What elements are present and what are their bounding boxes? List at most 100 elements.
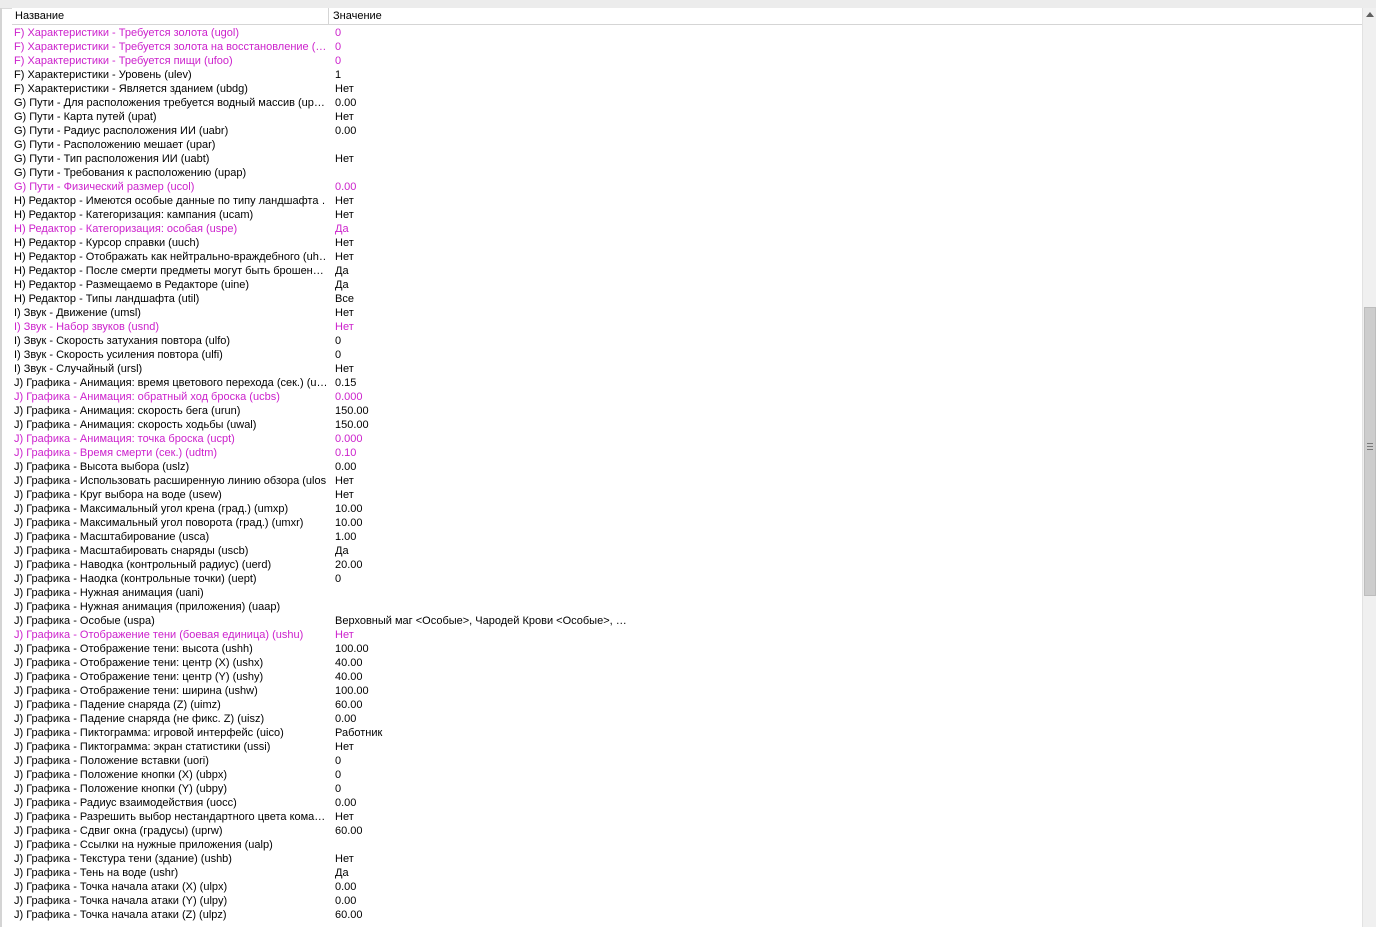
table-row[interactable]: H) Редактор - Типы ландшафта (util) Все <box>0 292 1362 306</box>
property-name[interactable]: J) Графика - Отображение тени: центр (X)… <box>14 656 326 670</box>
table-row[interactable]: F) Характеристики - Требуется золота (ug… <box>0 26 1362 40</box>
property-name[interactable]: H) Редактор - Курсор справки (uuch) <box>14 236 326 250</box>
property-name[interactable]: J) Графика - Наодка (контрольные точки) … <box>14 572 326 586</box>
property-name[interactable]: J) Графика - Использовать расширенную ли… <box>14 474 326 488</box>
property-name[interactable]: J) Графика - Масштабирование (usca) <box>14 530 326 544</box>
table-row[interactable]: J) Графика - Положение кнопки (Y) (ubpy)… <box>0 782 1362 796</box>
property-value[interactable]: Да <box>335 544 1335 558</box>
table-row[interactable]: J) Графика - Положение кнопки (X) (ubpx)… <box>0 768 1362 782</box>
table-row[interactable]: J) Графика - Отображение тени: центр (X)… <box>0 656 1362 670</box>
property-value[interactable]: 0.00 <box>335 180 1335 194</box>
property-name[interactable]: F) Характеристики - Требуется золота на … <box>14 40 326 54</box>
table-row[interactable]: H) Редактор - Имеются особые данные по т… <box>0 194 1362 208</box>
property-name[interactable]: J) Графика - Сдвиг окна (градусы) (uprw) <box>14 824 326 838</box>
property-value[interactable]: 0 <box>335 572 1335 586</box>
property-name[interactable]: F) Характеристики - Требуется пищи (ufoo… <box>14 54 326 68</box>
property-value[interactable]: Нет <box>335 236 1335 250</box>
table-row[interactable]: J) Графика - Положение вставки (uori) 0 <box>0 754 1362 768</box>
property-name[interactable]: J) Графика - Пиктограмма: экран статисти… <box>14 740 326 754</box>
table-row[interactable]: G) Пути - Требования к расположению (upa… <box>0 166 1362 180</box>
property-value[interactable]: 0.15 <box>335 376 1335 390</box>
table-row[interactable]: J) Графика - Анимация: время цветового п… <box>0 376 1362 390</box>
table-row[interactable]: J) Графика - Точка начала атаки (X) (ulp… <box>0 880 1362 894</box>
table-row[interactable]: J) Графика - Нужная анимация (uani) <box>0 586 1362 600</box>
property-name[interactable]: J) Графика - Положение вставки (uori) <box>14 754 326 768</box>
property-name[interactable]: J) Графика - Ссылки на нужные приложения… <box>14 838 326 852</box>
property-name[interactable]: J) Графика - Тень на воде (ushr) <box>14 866 326 880</box>
table-row[interactable]: J) Графика - Использовать расширенную ли… <box>0 474 1362 488</box>
property-name[interactable]: G) Пути - Для расположения требуется вод… <box>14 96 326 110</box>
table-row[interactable]: G) Пути - Радиус расположения ИИ (uabr) 0… <box>0 124 1362 138</box>
property-value[interactable]: 0.00 <box>335 124 1335 138</box>
property-value[interactable]: Нет <box>335 362 1335 376</box>
property-name[interactable]: J) Графика - Падение снаряда (не фикс. Z… <box>14 712 326 726</box>
property-value[interactable]: Да <box>335 222 1335 236</box>
table-row[interactable]: J) Графика - Наодка (контрольные точки) … <box>0 572 1362 586</box>
property-name[interactable]: H) Редактор - Отображать как нейтрально-… <box>14 250 326 264</box>
property-value[interactable]: Верховный маг <Особые>, Чародей Крови <О… <box>335 614 1335 628</box>
property-name[interactable]: J) Графика - Точка начала атаки (Z) (ulp… <box>14 908 326 922</box>
table-row[interactable]: J) Графика - Разрешить выбор нестандартн… <box>0 810 1362 824</box>
property-value[interactable]: 0 <box>335 54 1335 68</box>
table-row[interactable]: G) Пути - Для расположения требуется вод… <box>0 96 1362 110</box>
scrollbar-thumb[interactable] <box>1364 307 1376 596</box>
property-name[interactable]: J) Графика - Нужная анимация (приложения… <box>14 600 326 614</box>
property-name[interactable]: H) Редактор - После смерти предметы могу… <box>14 264 326 278</box>
property-name[interactable]: J) Графика - Масштабировать снаряды (usc… <box>14 544 326 558</box>
table-row[interactable]: H) Редактор - Курсор справки (uuch) Нет <box>0 236 1362 250</box>
property-name[interactable]: J) Графика - Анимация: обратный ход брос… <box>14 390 326 404</box>
property-value[interactable]: 0.000 <box>335 432 1335 446</box>
property-name[interactable]: I) Звук - Набор звуков (usnd) <box>14 320 326 334</box>
table-row[interactable]: H) Редактор - Размещаемо в Редакторе (ui… <box>0 278 1362 292</box>
property-name[interactable]: F) Характеристики - Уровень (ulev) <box>14 68 326 82</box>
property-name[interactable]: H) Редактор - Категоризация: кампания (u… <box>14 208 326 222</box>
property-name[interactable]: J) Графика - Точка начала атаки (X) (ulp… <box>14 880 326 894</box>
table-row[interactable]: I) Звук - Набор звуков (usnd) Нет <box>0 320 1362 334</box>
table-row[interactable]: H) Редактор - Категоризация: особая (usp… <box>0 222 1362 236</box>
property-name[interactable]: F) Характеристики - Является зданием (ub… <box>14 82 326 96</box>
property-value[interactable]: 20.00 <box>335 558 1335 572</box>
property-value[interactable]: 0 <box>335 334 1335 348</box>
property-value[interactable]: Нет <box>335 852 1335 866</box>
property-value[interactable]: 0.00 <box>335 894 1335 908</box>
property-name[interactable]: G) Пути - Физический размер (ucol) <box>14 180 326 194</box>
property-name[interactable]: J) Графика - Разрешить выбор нестандартн… <box>14 810 326 824</box>
table-row[interactable]: I) Звук - Движение (umsl) Нет <box>0 306 1362 320</box>
property-name[interactable]: J) Графика - Анимация: скорость ходьбы (… <box>14 418 326 432</box>
property-name[interactable]: J) Графика - Падение снаряда (Z) (uimz) <box>14 698 326 712</box>
property-value[interactable]: Да <box>335 866 1335 880</box>
table-row[interactable]: J) Графика - Пиктограмма: экран статисти… <box>0 740 1362 754</box>
property-name[interactable]: I) Звук - Случайный (ursl) <box>14 362 326 376</box>
property-value[interactable]: 0.10 <box>335 446 1335 460</box>
table-row[interactable]: F) Характеристики - Требуется пищи (ufoo… <box>0 54 1362 68</box>
property-value[interactable]: Нет <box>335 306 1335 320</box>
table-row[interactable]: J) Графика - Падение снаряда (не фикс. Z… <box>0 712 1362 726</box>
property-name[interactable]: J) Графика - Отображение тени: высота (u… <box>14 642 326 656</box>
property-value[interactable]: Нет <box>335 194 1335 208</box>
property-name[interactable]: J) Графика - Отображение тени: ширина (u… <box>14 684 326 698</box>
table-row[interactable]: H) Редактор - Отображать как нейтрально-… <box>0 250 1362 264</box>
table-row[interactable]: J) Графика - Масштабировать снаряды (usc… <box>0 544 1362 558</box>
column-header-name[interactable]: Название <box>12 8 329 24</box>
table-row[interactable]: J) Графика - Круг выбора на воде (usew) Н… <box>0 488 1362 502</box>
property-value[interactable]: Все <box>335 292 1335 306</box>
property-name[interactable]: J) Графика - Время смерти (сек.) (udtm) <box>14 446 326 460</box>
property-value[interactable]: 150.00 <box>335 404 1335 418</box>
table-row[interactable]: G) Пути - Тип расположения ИИ (uabt) Нет <box>0 152 1362 166</box>
property-value[interactable]: Нет <box>335 152 1335 166</box>
property-name[interactable]: I) Звук - Движение (umsl) <box>14 306 326 320</box>
property-name[interactable]: F) Характеристики - Требуется золота (ug… <box>14 26 326 40</box>
property-value[interactable]: 0.00 <box>335 796 1335 810</box>
table-row[interactable]: J) Графика - Анимация: скорость бега (ur… <box>0 404 1362 418</box>
property-name[interactable]: J) Графика - Нужная анимация (uani) <box>14 586 326 600</box>
property-name[interactable]: J) Графика - Пиктограмма: игровой интерф… <box>14 726 326 740</box>
property-name[interactable]: J) Графика - Максимальный угол поворота … <box>14 516 326 530</box>
table-row[interactable]: H) Редактор - Категоризация: кампания (u… <box>0 208 1362 222</box>
property-value[interactable]: 100.00 <box>335 684 1335 698</box>
property-value[interactable]: 0.000 <box>335 390 1335 404</box>
property-name[interactable]: J) Графика - Высота выбора (uslz) <box>14 460 326 474</box>
vertical-scrollbar[interactable] <box>1362 8 1376 927</box>
property-name[interactable]: G) Пути - Расположению мешает (upar) <box>14 138 326 152</box>
property-name[interactable]: J) Графика - Наводка (контрольный радиус… <box>14 558 326 572</box>
property-name[interactable]: J) Графика - Анимация: скорость бега (ur… <box>14 404 326 418</box>
